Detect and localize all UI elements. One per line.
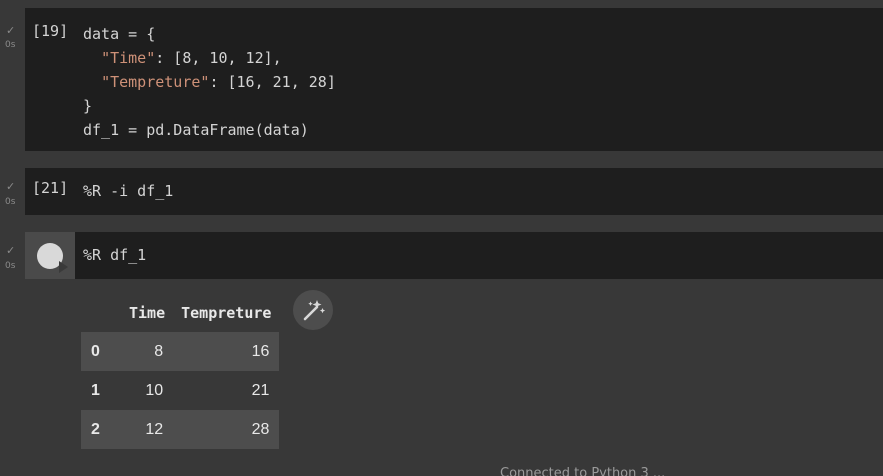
code-line: df_1 = pd.DataFrame(data) xyxy=(83,118,336,142)
code-line: "Tempreture": [16, 21, 28] xyxy=(83,70,336,94)
dataframe-table: Time Tempreture 0 8 16 1 10 21 2 12 28 xyxy=(81,293,280,449)
table-cell: 16 xyxy=(251,342,270,360)
table-header-row: Time Tempreture xyxy=(81,293,279,332)
play-icon[interactable] xyxy=(37,243,68,273)
magic-wand-icon[interactable] xyxy=(293,290,333,330)
code-token: } xyxy=(83,97,93,115)
code-token: : [16, 21, 28] xyxy=(209,73,336,91)
cell-status-check-icon: ✓ xyxy=(6,244,16,257)
column-header: Time xyxy=(129,303,166,322)
top-strip xyxy=(0,0,883,8)
code-editor[interactable]: data = { "Time": [8, 10, 12], "Tempretur… xyxy=(83,22,336,142)
execution-count: [21] xyxy=(32,179,69,197)
row-index: 0 xyxy=(91,342,100,360)
code-cell-1[interactable]: [19] data = { "Time": [8, 10, 12], "Temp… xyxy=(25,8,883,151)
code-line: data = { xyxy=(83,22,336,46)
table-cell: 21 xyxy=(251,381,270,399)
cell-output: Time Tempreture 0 8 16 1 10 21 2 12 28 xyxy=(25,279,883,463)
cell-status-check-icon: ✓ xyxy=(6,24,16,37)
table-cell: 12 xyxy=(145,420,164,438)
table-cell: 10 xyxy=(145,381,164,399)
code-editor[interactable]: %R -i df_1 xyxy=(83,179,173,203)
code-cell-3[interactable]: %R df_1 xyxy=(25,232,883,279)
table-cell: 28 xyxy=(251,420,270,438)
code-line: } xyxy=(83,94,336,118)
table-row: 2 12 28 xyxy=(81,410,280,449)
column-header: Tempreture xyxy=(181,303,272,322)
code-line: "Time": [8, 10, 12], xyxy=(83,46,336,70)
cell-exec-time: 0s xyxy=(5,261,16,271)
string-literal: "Tempreture" xyxy=(101,73,210,91)
code-token: : [8, 10, 12], xyxy=(155,49,282,67)
table-cell: 8 xyxy=(154,342,164,360)
status-text: Connected to Python 3 ... xyxy=(500,466,666,476)
row-index: 1 xyxy=(91,381,100,399)
status-bar xyxy=(0,463,883,476)
table-row: 0 8 16 xyxy=(81,332,280,371)
run-cell-button[interactable] xyxy=(25,232,75,279)
cell-status-check-icon: ✓ xyxy=(6,180,16,193)
code-token: df_1 = pd.DataFrame(data) xyxy=(83,121,309,139)
execution-count: [19] xyxy=(32,22,69,40)
code-cell-2[interactable]: [21] %R -i df_1 xyxy=(25,168,883,215)
cell-exec-time: 0s xyxy=(5,40,16,50)
index-header xyxy=(81,293,121,332)
code-token: data = { xyxy=(83,25,156,43)
magic-wand-button[interactable] xyxy=(293,290,333,330)
string-literal: "Time" xyxy=(101,49,156,67)
code-editor[interactable]: %R df_1 xyxy=(83,243,146,267)
table-row: 1 10 21 xyxy=(81,371,279,410)
cell-exec-time: 0s xyxy=(5,197,16,207)
row-index: 2 xyxy=(91,420,100,438)
